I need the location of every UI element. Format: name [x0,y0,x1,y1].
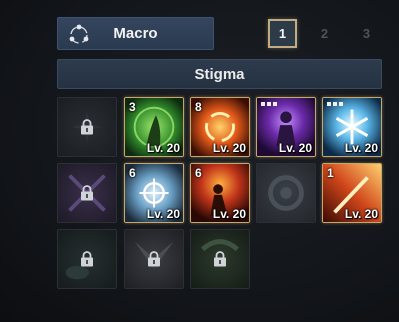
rank-dots [261,102,277,106]
stigma-slot-fire-swirl[interactable]: 8 Lv. 20 [190,97,250,157]
stigma-slot-ice-flower[interactable]: 6 Lv. 20 [124,163,184,223]
stigma-slot-locked[interactable] [57,97,117,157]
skill-count: 6 [195,166,202,180]
stigma-header: Stigma [57,59,382,89]
skill-level: Lv. 20 [212,141,246,155]
lock-icon [81,119,93,135]
stigma-slot-shadow[interactable]: Lv. 20 [256,97,316,157]
rank-dots [327,102,343,106]
skill-level: Lv. 20 [344,207,378,221]
skill-level: Lv. 20 [146,141,180,155]
skill-level: Lv. 20 [212,207,246,221]
stigma-slot-ice[interactable]: Lv. 20 [322,97,382,157]
skill-level: Lv. 20 [146,207,180,221]
lock-icon [148,251,160,267]
stigma-slot-fire-sword[interactable]: 1 Lv. 20 [322,163,382,223]
stigma-panel: Macro 1 2 3 Stigma 3 Lv. 20 8 Lv. 20 Lv.… [0,0,399,322]
skill-count: 3 [129,100,136,114]
tab-page-1[interactable]: 1 [268,19,297,48]
skill-level: Lv. 20 [344,141,378,155]
stigma-slot-locked[interactable] [57,163,117,223]
stigma-slot-locked[interactable] [124,229,184,289]
tab-page-2[interactable]: 2 [310,19,339,48]
lock-icon [214,251,226,267]
stigma-slot-empty[interactable] [256,163,316,223]
stigma-slot-fire-figure[interactable]: 6 Lv. 20 [190,163,250,223]
stigma-slot-locked[interactable] [57,229,117,289]
grey-eye-icon [268,175,304,211]
stigma-slot-locked[interactable] [190,229,250,289]
skill-level: Lv. 20 [278,141,312,155]
skill-count: 8 [195,100,202,114]
skill-count: 1 [327,166,334,180]
lock-icon [81,185,93,201]
macro-button[interactable]: Macro [57,17,214,50]
lock-icon [81,251,93,267]
macro-label: Macro [113,25,158,42]
skill-count: 6 [129,166,136,180]
tab-page-3[interactable]: 3 [352,19,381,48]
stigma-slot-nature[interactable]: 3 Lv. 20 [124,97,184,157]
